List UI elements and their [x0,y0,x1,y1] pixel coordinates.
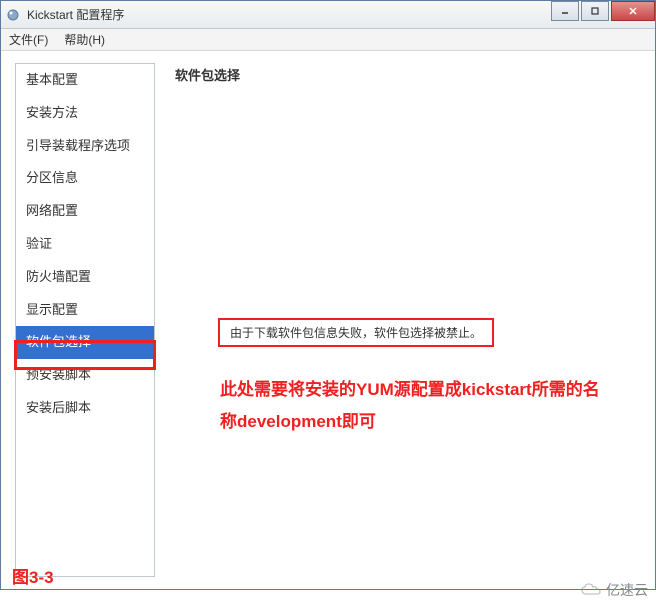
window-controls [549,1,655,21]
sidebar-item-display[interactable]: 显示配置 [16,294,154,327]
sidebar: 基本配置 安装方法 引导装载程序选项 分区信息 网络配置 验证 防火墙配置 显示… [15,63,155,577]
close-button[interactable] [611,1,655,21]
sidebar-item-auth[interactable]: 验证 [16,228,154,261]
sidebar-item-network[interactable]: 网络配置 [16,195,154,228]
window-title: Kickstart 配置程序 [27,6,124,23]
watermark: 亿速云 [580,580,648,600]
sidebar-item-firewall[interactable]: 防火墙配置 [16,261,154,294]
sidebar-item-bootloader[interactable]: 引导装载程序选项 [16,130,154,163]
application-window: Kickstart 配置程序 文件(F) 帮助(H) 基本配置 安装方法 引导装… [0,0,656,590]
sidebar-item-package-select[interactable]: 软件包选择 [16,326,154,359]
figure-label: 图3-3 [12,563,54,588]
sidebar-item-install-method[interactable]: 安装方法 [16,97,154,130]
sidebar-item-postinstall[interactable]: 安装后脚本 [16,392,154,425]
minimize-button[interactable] [551,1,579,21]
titlebar: Kickstart 配置程序 [1,1,655,29]
error-message-box: 由于下载软件包信息失败，软件包选择被禁止。 [218,318,494,347]
error-message-text: 由于下载软件包信息失败，软件包选择被禁止。 [230,326,482,340]
cloud-icon [580,582,602,598]
sidebar-item-partition[interactable]: 分区信息 [16,162,154,195]
annotation-text: 此处需要将安装的YUM源配置成kickstart所需的名称development… [220,374,600,439]
sidebar-item-basic-config[interactable]: 基本配置 [16,64,154,97]
page-title: 软件包选择 [175,65,635,84]
menu-file[interactable]: 文件(F) [9,31,48,48]
sidebar-item-preinstall[interactable]: 预安装脚本 [16,359,154,392]
menu-help[interactable]: 帮助(H) [64,31,105,48]
app-icon [5,7,21,23]
menubar: 文件(F) 帮助(H) [1,29,655,51]
maximize-button[interactable] [581,1,609,21]
watermark-text: 亿速云 [606,580,648,600]
